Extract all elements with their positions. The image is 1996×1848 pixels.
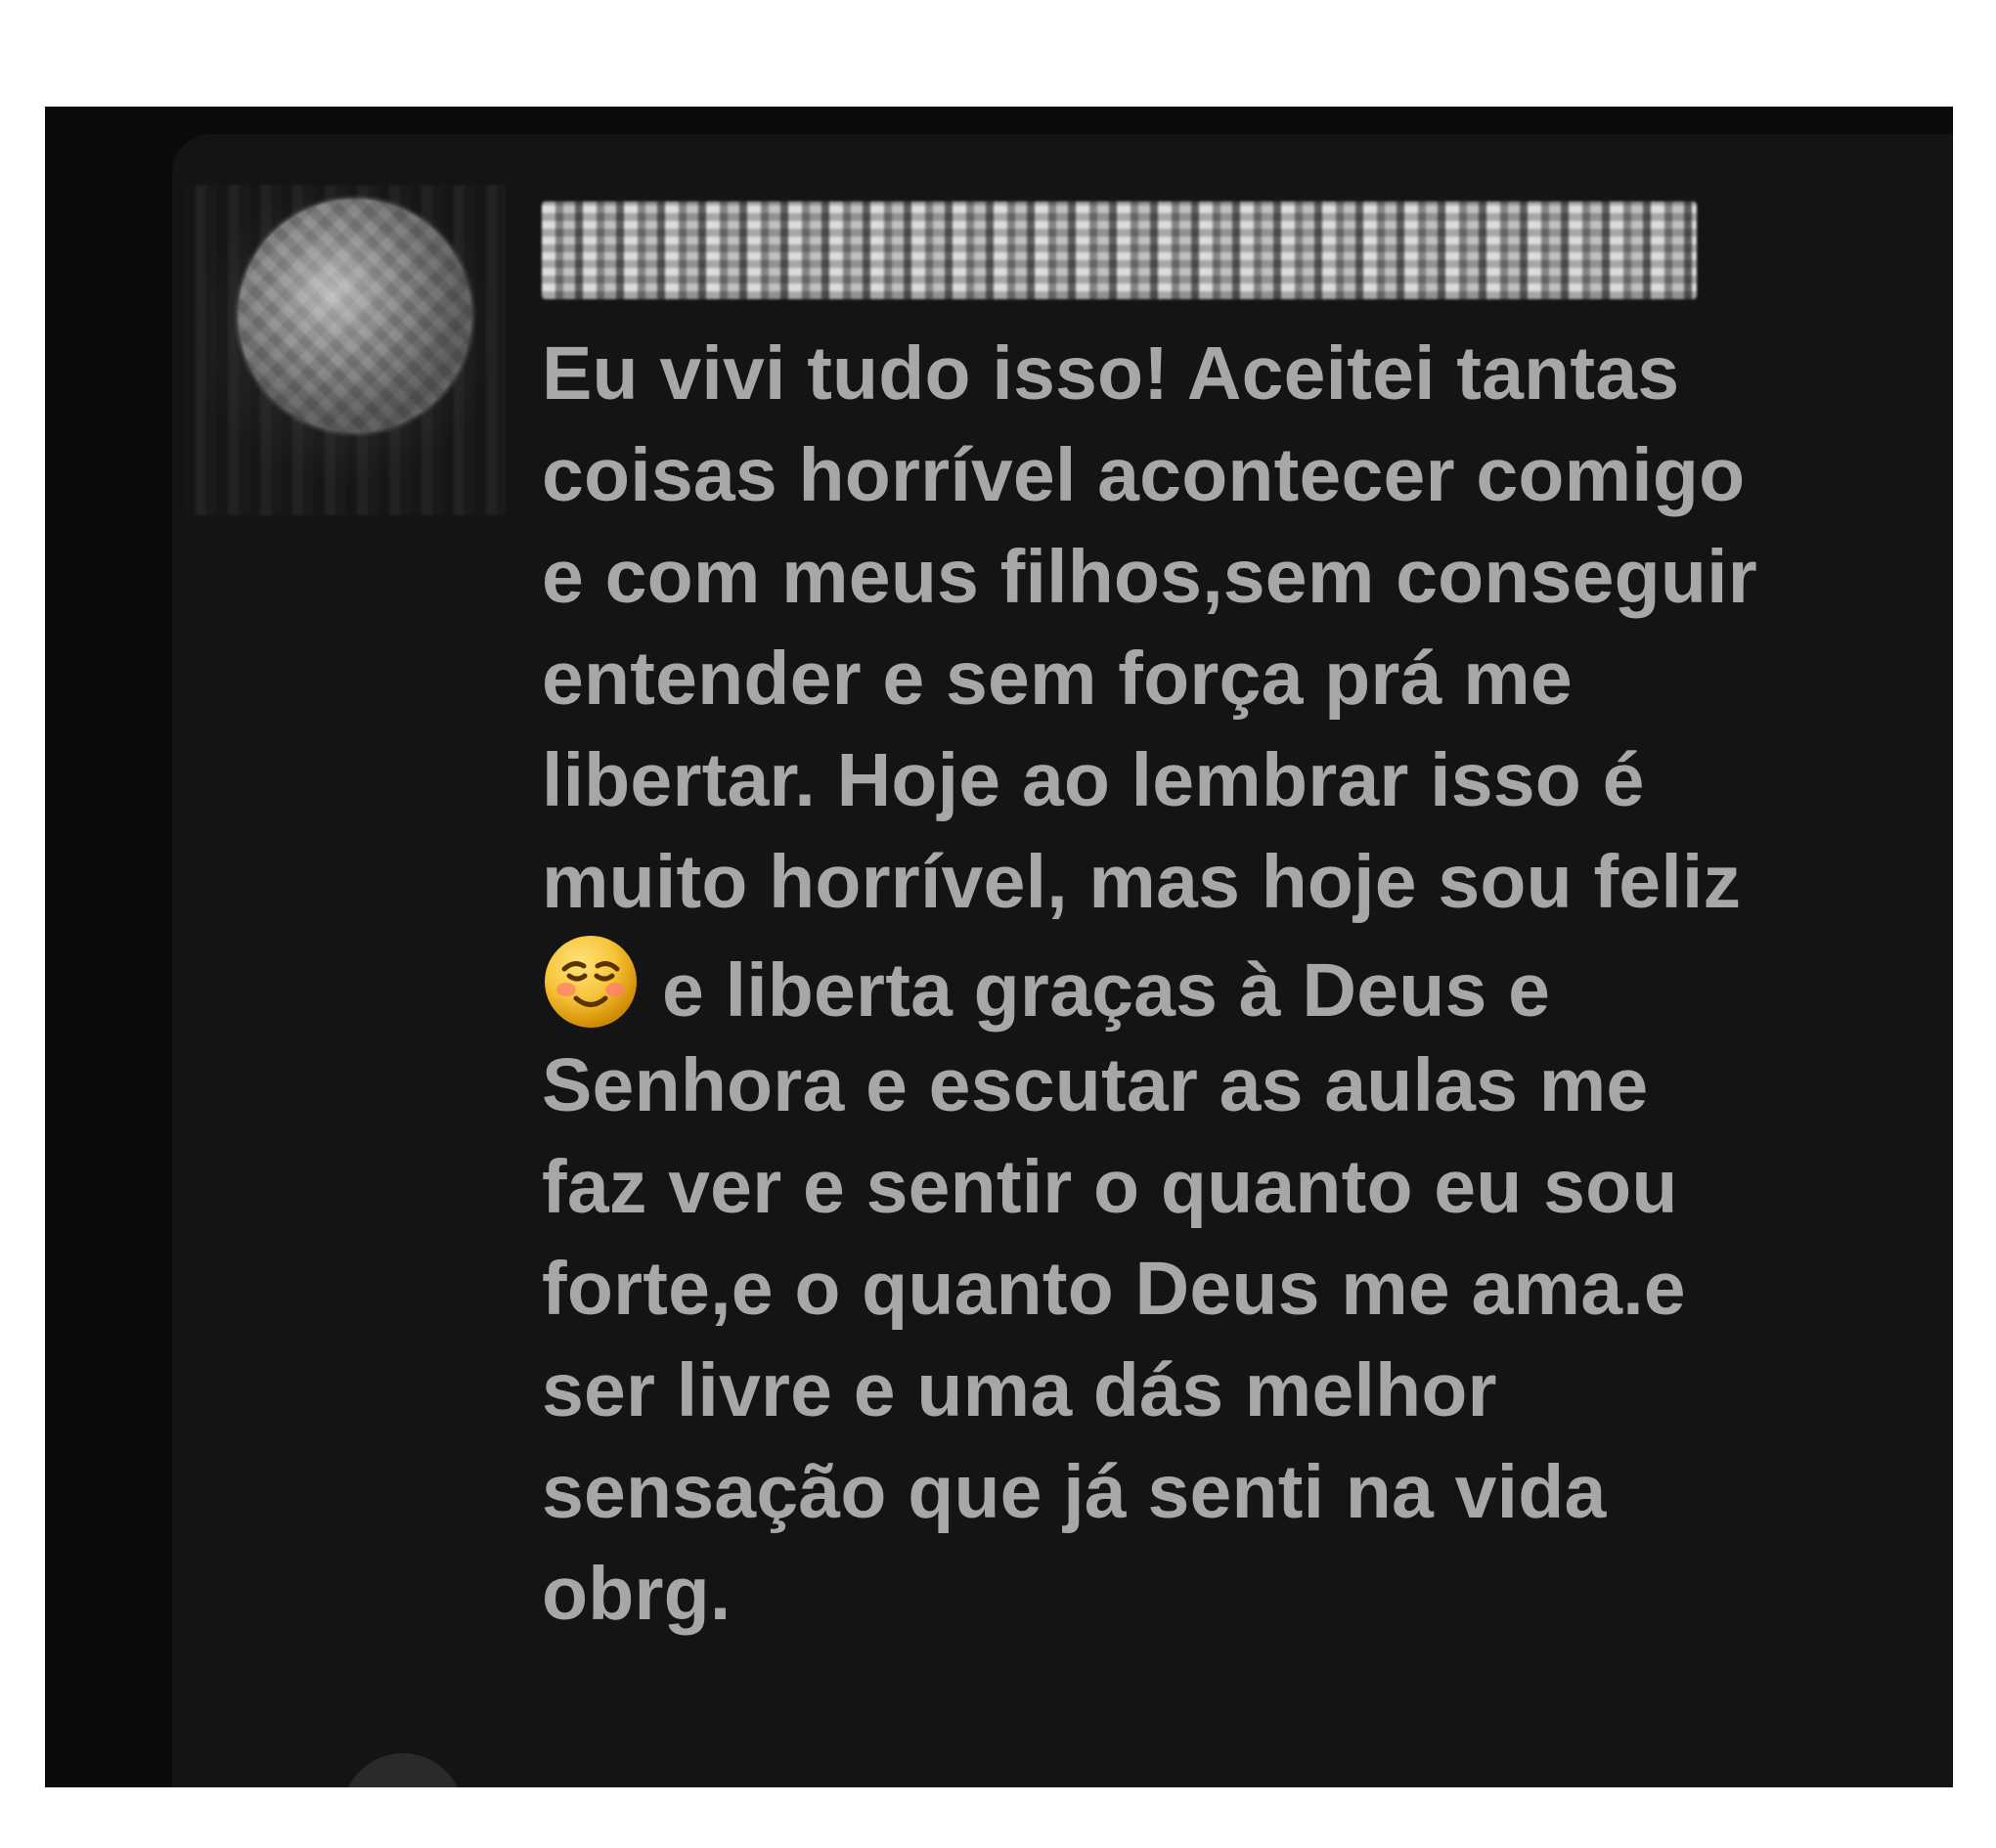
screenshot-frame: Eu vivi tudo isso! Aceitei tantas coisas… (45, 107, 1953, 1787)
comment-line: obrg. (542, 1552, 732, 1636)
blurred-avatar-icon (238, 198, 472, 433)
redacted-username[interactable] (542, 201, 1697, 299)
smiling-face-icon (542, 933, 640, 1031)
comment-line: Senhora e escutar as aulas me (542, 1043, 1649, 1127)
comment-line: faz ver e sentir o quanto eu sou (542, 1145, 1678, 1229)
comment-line: Eu vivi tudo isso! Aceitei tantas (542, 331, 1680, 416)
comment-line-with-emoji: e liberta graças à Deus e (542, 933, 1813, 1034)
comment-line: coisas horrível acontecer comigo (542, 433, 1746, 517)
comment-line-text: e liberta graças à Deus e (662, 948, 1551, 1033)
comment-line: sensação que já senti na vida (542, 1450, 1607, 1534)
comment-line: e com meus filhos,sem conseguir (542, 535, 1757, 619)
comment-line: ser livre e uma dás melhor (542, 1348, 1497, 1432)
comment-line: muito horrível, mas hoje sou feliz (542, 840, 1742, 924)
comment-line: libertar. Hoje ao lembrar isso é (542, 738, 1645, 822)
avatar[interactable] (185, 185, 506, 515)
comment-text: Eu vivi tudo isso! Aceitei tantas coisas… (542, 323, 1813, 1645)
comment-line: forte,e o quanto Deus me ama.e (542, 1247, 1686, 1331)
comment-line: entender e sem força prá me (542, 637, 1573, 721)
